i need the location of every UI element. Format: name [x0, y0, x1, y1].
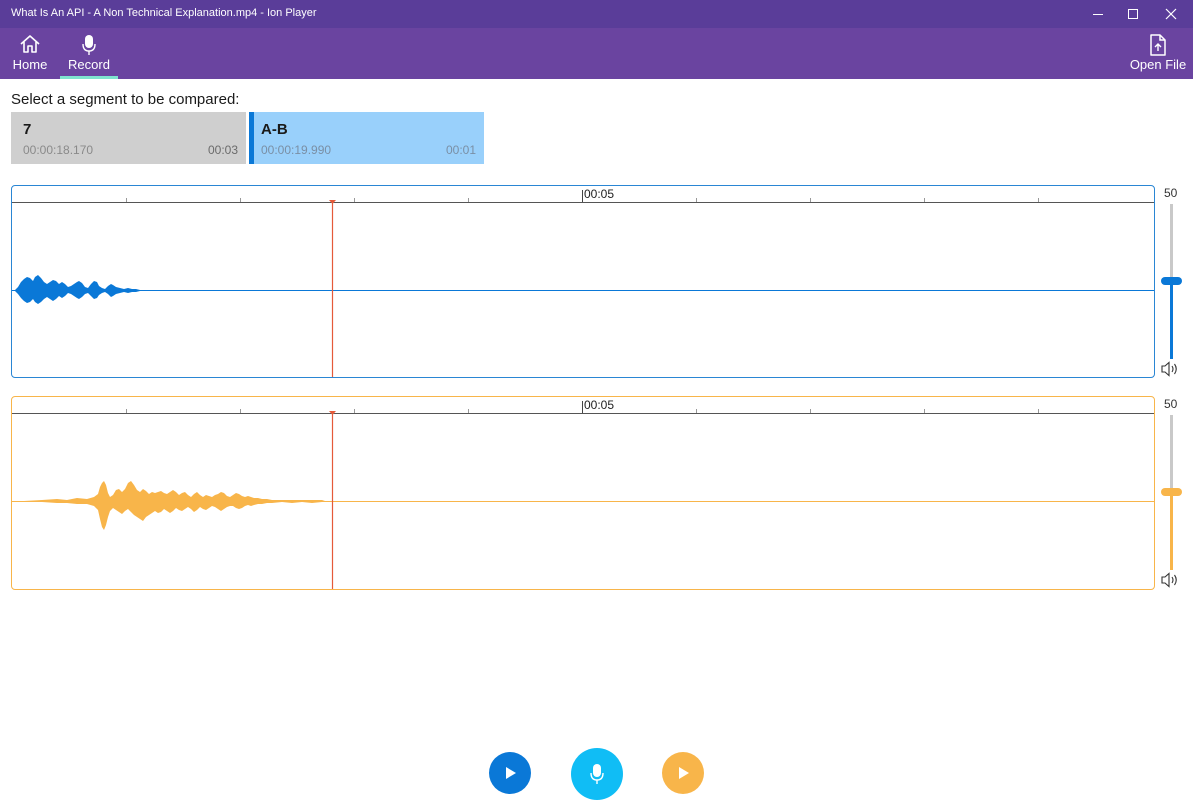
microphone-icon [82, 35, 96, 55]
segment-card[interactable]: 7 00:00:18.170 00:03 [11, 112, 246, 164]
nav-record-label: Record [68, 57, 110, 72]
original-volume-slider[interactable]: 50 [1160, 186, 1184, 380]
file-upload-icon [1150, 34, 1166, 56]
play-icon [506, 767, 516, 779]
segment-name: 7 [23, 121, 32, 138]
segment-duration: 00:03 [207, 143, 238, 157]
nav-bar: Home Record Open File [0, 28, 1193, 79]
open-file-button[interactable]: Open File [1127, 28, 1189, 79]
segment-start-time: 00:00:18.170 [23, 143, 94, 157]
open-file-label: Open File [1129, 57, 1187, 72]
timeline-ticks [126, 190, 1039, 202]
volume-thumb[interactable] [1161, 488, 1182, 496]
segment-start-time: 00:00:19.990 [261, 143, 332, 157]
compare-prompt: Select a segment to be compared: [11, 91, 240, 108]
play-recording-button[interactable] [662, 752, 704, 794]
segment-name: A-B [261, 121, 288, 138]
nav-home-label: Home [12, 57, 48, 72]
title-bar: What Is An API - A Non Technical Explana… [0, 0, 1193, 28]
active-tab-indicator [60, 76, 118, 79]
segment-card-selected[interactable]: A-B 00:00:19.990 00:01 [249, 112, 484, 164]
nav-record-tab[interactable]: Record [60, 28, 118, 79]
recording-volume-slider[interactable]: 50 [1160, 397, 1184, 591]
volume-track [1170, 415, 1173, 488]
close-icon [1165, 8, 1177, 20]
volume-track [1170, 204, 1173, 277]
recording-waveform [24, 481, 325, 530]
timeline-label: 00:05 [584, 398, 615, 412]
volume-track-fill [1170, 488, 1173, 570]
play-icon [679, 767, 689, 779]
microphone-icon [590, 764, 604, 784]
segment-duration: 00:01 [445, 143, 476, 157]
volume-value: 50 [1164, 397, 1178, 411]
volume-track-fill [1170, 277, 1173, 359]
volume-thumb[interactable] [1161, 277, 1182, 285]
volume-value: 50 [1164, 186, 1178, 200]
selection-indicator [249, 112, 254, 164]
speaker-icon[interactable] [1161, 572, 1181, 588]
recording-waveform-panel[interactable]: 00:05 [11, 396, 1155, 590]
maximize-icon [1128, 9, 1138, 19]
record-button[interactable] [571, 748, 623, 800]
window-title: What Is An API - A Non Technical Explana… [11, 7, 317, 19]
timeline-label: 00:05 [584, 187, 615, 201]
minimize-icon [1093, 14, 1103, 15]
home-icon [20, 35, 40, 53]
original-waveform-panel[interactable]: 00:05 [11, 185, 1155, 378]
timeline-ticks [126, 401, 1039, 413]
nav-home-button[interactable]: Home [6, 28, 54, 79]
play-original-button[interactable] [489, 752, 531, 794]
maximize-button[interactable] [1114, 0, 1152, 28]
original-waveform [15, 275, 148, 304]
close-button[interactable] [1152, 0, 1190, 28]
speaker-icon[interactable] [1161, 361, 1181, 377]
minimize-button[interactable] [1079, 0, 1117, 28]
